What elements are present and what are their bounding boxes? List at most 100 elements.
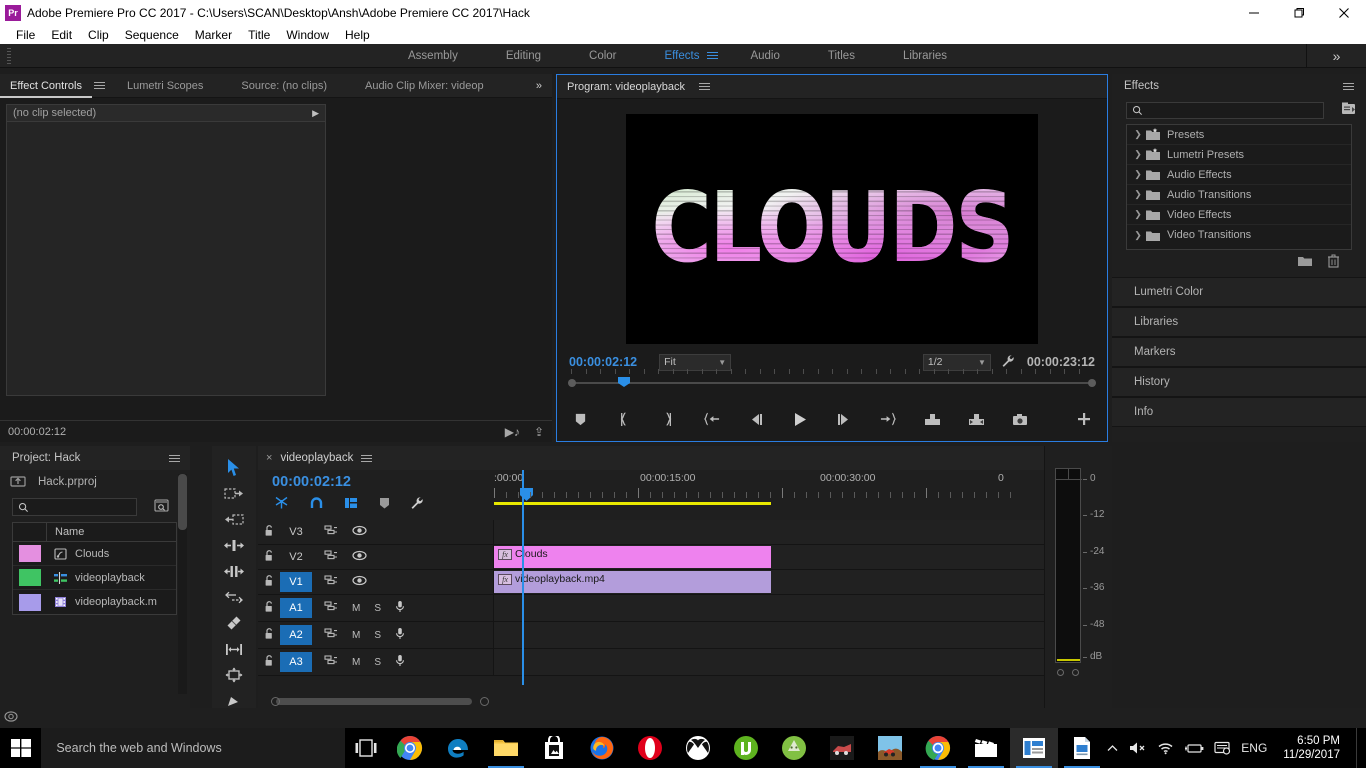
mute-track-button[interactable]: M	[352, 657, 360, 668]
track-lane-v2[interactable]: fx Clouds	[494, 545, 1112, 569]
toggle-track-output-icon[interactable]	[352, 525, 367, 539]
solo-track-button[interactable]: S	[374, 603, 381, 614]
menu-file[interactable]: File	[8, 26, 43, 44]
mic-icon[interactable]	[395, 627, 405, 643]
toggle-track-output-icon[interactable]	[352, 575, 367, 589]
tab-program-monitor[interactable]: Program: videoplayback	[557, 75, 695, 99]
menu-marker[interactable]: Marker	[187, 26, 240, 44]
extract-icon[interactable]	[966, 409, 986, 429]
effects-item-lumetri-presets[interactable]: ❯ Lumetri Presets	[1127, 145, 1351, 165]
mic-icon[interactable]	[395, 654, 405, 670]
lock-icon[interactable]	[258, 524, 280, 540]
collapsed-panel-info[interactable]: Info	[1112, 397, 1366, 427]
workspace-tab-titles[interactable]: Titles	[804, 44, 879, 68]
effects-item-video-transitions[interactable]: ❯ Video Transitions	[1127, 225, 1351, 245]
track-lane-a1[interactable]	[494, 595, 1112, 621]
meter-solo-left-icon[interactable]	[1057, 669, 1064, 676]
add-marker-icon[interactable]	[379, 497, 390, 512]
track-row-a2[interactable]: A2 M S	[258, 622, 1112, 649]
ripple-edit-tool[interactable]	[212, 532, 256, 558]
track-select-forward-tool[interactable]	[212, 480, 256, 506]
go-up-folder-icon[interactable]	[10, 474, 28, 491]
close-button[interactable]	[1321, 0, 1366, 26]
toggle-track-output-icon[interactable]	[352, 550, 367, 564]
collapsed-panel-history[interactable]: History	[1112, 367, 1366, 397]
track-lane-a3[interactable]	[494, 649, 1112, 675]
export-icon[interactable]: ⇪	[534, 425, 544, 439]
project-panel-menu-icon[interactable]	[169, 454, 180, 462]
table-row[interactable]: Clouds	[13, 542, 176, 566]
timeline-sequence-name[interactable]: videoplayback	[280, 452, 353, 464]
document-icon[interactable]	[1058, 728, 1106, 768]
lock-icon[interactable]	[258, 600, 280, 616]
scrub-left-handle[interactable]	[568, 379, 576, 387]
table-row[interactable]: videoplayback.m	[13, 590, 176, 614]
battery-icon[interactable]	[1184, 742, 1204, 755]
mic-icon[interactable]	[395, 600, 405, 616]
timeline-clip-clouds[interactable]: fx Clouds	[494, 546, 771, 568]
edge-icon[interactable]	[434, 728, 482, 768]
target-track-icon[interactable]	[324, 574, 338, 590]
timeline-horizontal-scrollbar[interactable]	[258, 694, 1112, 708]
mark-in-icon[interactable]	[614, 409, 634, 429]
menu-sequence[interactable]: Sequence	[117, 26, 187, 44]
track-name-a3[interactable]: A3	[280, 652, 312, 672]
chevron-right-icon[interactable]: ❯	[1131, 129, 1145, 140]
menu-window[interactable]: Window	[278, 26, 337, 44]
chevron-right-icon[interactable]: ❯	[1131, 169, 1145, 180]
workspace-tab-assembly[interactable]: Assembly	[384, 44, 482, 68]
menu-edit[interactable]: Edit	[43, 26, 80, 44]
xbox-icon[interactable]	[674, 728, 722, 768]
track-row-a3[interactable]: A3 M S	[258, 649, 1112, 676]
rolling-edit-tool[interactable]	[212, 558, 256, 584]
find-icon[interactable]	[153, 498, 170, 516]
track-lane-a2[interactable]	[494, 622, 1112, 648]
hill-climb-icon[interactable]	[866, 728, 914, 768]
opera-icon[interactable]	[626, 728, 674, 768]
solo-track-button[interactable]: S	[374, 630, 381, 641]
tab-audio-clip-mixer[interactable]: Audio Clip Mixer: videop	[355, 74, 494, 98]
target-track-icon[interactable]	[324, 524, 338, 540]
task-view-icon[interactable]	[345, 728, 386, 768]
mark-out-icon[interactable]	[658, 409, 678, 429]
effects-search-field[interactable]	[1126, 102, 1324, 119]
effect-controls-overflow-icon[interactable]: »	[526, 74, 552, 98]
tab-lumetri-scopes[interactable]: Lumetri Scopes	[117, 74, 213, 98]
scrollbar-thumb[interactable]	[178, 474, 187, 530]
target-track-icon[interactable]	[324, 627, 338, 643]
effects-item-audio-effects[interactable]: ❯ Audio Effects	[1127, 165, 1351, 185]
step-forward-icon[interactable]	[834, 409, 854, 429]
work-area-bar[interactable]	[494, 502, 771, 505]
target-track-icon[interactable]	[324, 549, 338, 565]
play-audio-icon[interactable]: ▶♪	[505, 425, 520, 439]
tab-source-monitor[interactable]: Source: (no clips)	[231, 74, 337, 98]
track-row-a1[interactable]: A1 M S	[258, 595, 1112, 622]
chevron-right-icon[interactable]: ❯	[1131, 189, 1145, 200]
file-explorer-icon[interactable]	[482, 728, 530, 768]
track-row-v3[interactable]: V3	[258, 520, 1112, 545]
minimize-button[interactable]	[1231, 0, 1276, 26]
firefox-icon[interactable]	[578, 728, 626, 768]
show-hidden-icons-icon[interactable]	[1106, 742, 1119, 755]
track-name-a2[interactable]: A2	[280, 625, 312, 645]
workspace-tab-libraries[interactable]: Libraries	[879, 44, 971, 68]
mute-track-button[interactable]: M	[352, 603, 360, 614]
nest-sequence-icon[interactable]	[274, 496, 289, 513]
timeline-settings-icon[interactable]	[410, 496, 424, 513]
button-editor-icon[interactable]	[1074, 409, 1094, 429]
asphalt-game-icon[interactable]	[818, 728, 866, 768]
workspace-grip-icon[interactable]	[4, 44, 14, 68]
step-back-icon[interactable]	[746, 409, 766, 429]
project-column-name[interactable]: Name	[47, 526, 84, 538]
collapsed-panel-lumetri-color[interactable]: Lumetri Color	[1112, 277, 1366, 307]
effects-item-video-effects[interactable]: ❯ Video Effects	[1127, 205, 1351, 225]
accessibility-icon[interactable]	[4, 710, 18, 726]
new-bin-icon[interactable]	[1297, 255, 1313, 270]
effects-item-presets[interactable]: ❯ Presets	[1127, 125, 1351, 145]
chevron-right-icon[interactable]: ❯	[1131, 149, 1145, 160]
menu-help[interactable]: Help	[337, 26, 378, 44]
slide-tool[interactable]	[212, 662, 256, 688]
premiere-pro-icon[interactable]	[1010, 728, 1059, 768]
workspace-tab-color[interactable]: Color	[565, 44, 640, 68]
effects-item-audio-transitions[interactable]: ❯ Audio Transitions	[1127, 185, 1351, 205]
